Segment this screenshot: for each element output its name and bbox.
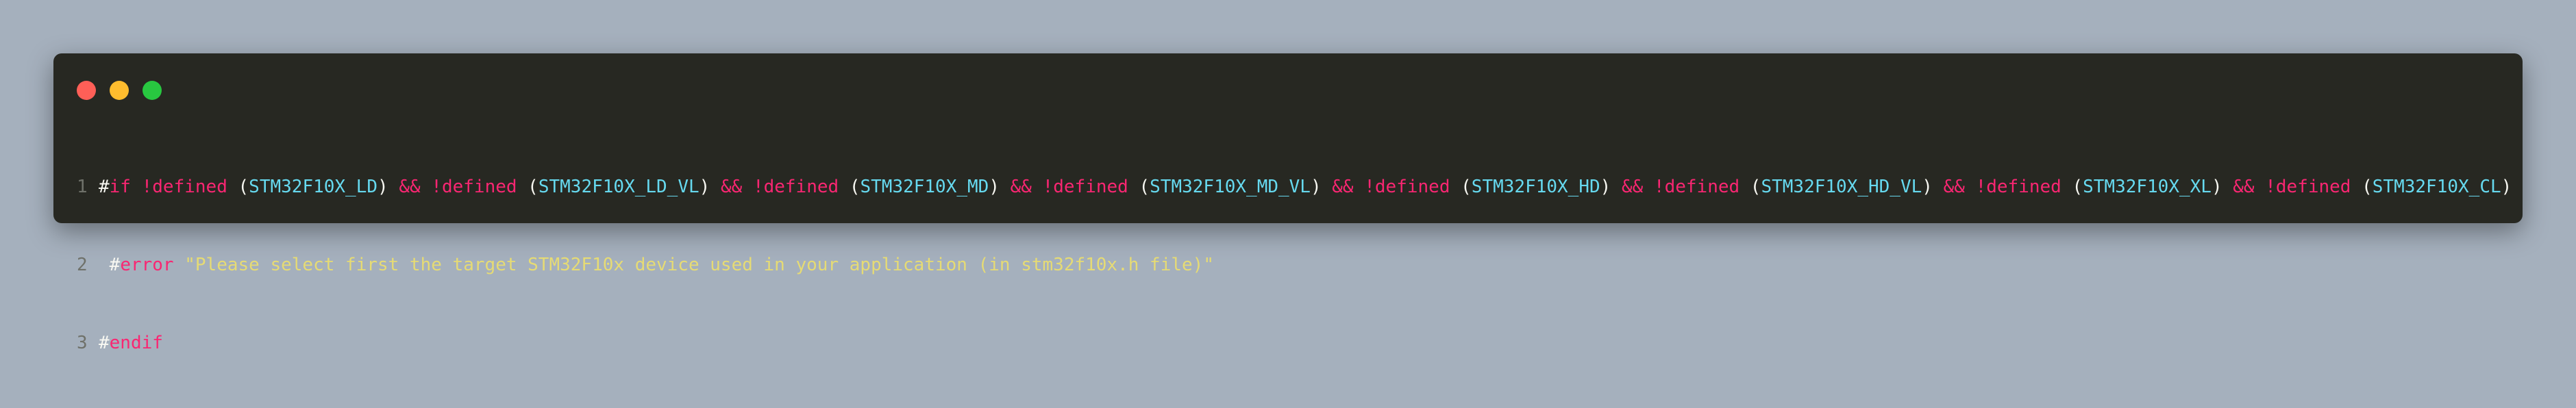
code-token: #: [99, 333, 110, 353]
code-token: !defined: [431, 177, 517, 197]
code-token: (: [227, 177, 249, 197]
code-token: &&: [1943, 177, 1965, 197]
code-token: STM32F10X_HD_VL: [1761, 177, 1922, 197]
code-token: STM32F10X_CL: [2372, 177, 2501, 197]
line-number: 3: [77, 333, 88, 353]
code-line-text: #error "Please select first the target S…: [99, 252, 1214, 278]
code-token: STM32F10X_MD: [860, 177, 989, 197]
code-line-1: 1 #if !defined (STM32F10X_LD) && !define…: [77, 174, 2512, 200]
code-token: !defined: [1975, 177, 2061, 197]
code-token: (: [2061, 177, 2083, 197]
code-token: !defined: [1653, 177, 1740, 197]
code-token: &&: [1010, 177, 1032, 197]
minimize-control-icon[interactable]: [110, 81, 129, 100]
code-token: !defined: [752, 177, 839, 197]
code-token: STM32F10X_LD: [249, 177, 378, 197]
code-token: STM32F10X_LD_VL: [538, 177, 699, 197]
code-token: (: [1450, 177, 1472, 197]
code-token: (: [1739, 177, 1761, 197]
code-token: (: [517, 177, 538, 197]
code-window: 1 #if !defined (STM32F10X_LD) && !define…: [53, 53, 2523, 353]
line-number: 1: [77, 177, 88, 197]
code-token: endif: [109, 333, 163, 353]
code-token: &&: [1621, 177, 1644, 197]
close-control-icon[interactable]: [77, 81, 96, 100]
code-token: STM32F10X_MD_VL: [1150, 177, 1311, 197]
code-token: ): [2501, 177, 2512, 197]
code-token: STM32F10X_HD: [1471, 177, 1600, 197]
code-token: ): [989, 177, 1011, 197]
code-line-3: 3 #endif: [77, 330, 2512, 356]
code-token: STM32F10X_XL: [2083, 177, 2212, 197]
code-token: !defined: [141, 177, 227, 197]
code-token: &&: [1332, 177, 1354, 197]
line-number: 2: [77, 255, 88, 275]
code-block: 1 #if !defined (STM32F10X_LD) && !define…: [77, 122, 2512, 408]
code-token: ): [377, 177, 399, 197]
code-token: !defined: [1364, 177, 1450, 197]
code-line-2: 2 #error "Please select first the target…: [77, 252, 2512, 278]
code-token: #: [99, 177, 110, 197]
code-token: &&: [720, 177, 743, 197]
code-token: (: [1128, 177, 1150, 197]
code-line-text: #if !defined (STM32F10X_LD) && !defined …: [99, 174, 2512, 200]
code-token: ): [1310, 177, 1333, 197]
code-token: ): [1600, 177, 1622, 197]
code-token: (: [839, 177, 860, 197]
code-token: (: [2351, 177, 2373, 197]
code-token: #: [99, 255, 121, 275]
code-token: !defined: [1042, 177, 1128, 197]
code-line-text: #endif: [99, 330, 163, 356]
zoom-control-icon[interactable]: [143, 81, 162, 100]
code-token: "Please select first the target STM32F10…: [184, 255, 1214, 275]
code-token: !defined: [2265, 177, 2351, 197]
code-token: ): [1922, 177, 1944, 197]
code-token: ): [699, 177, 721, 197]
code-token: if: [109, 177, 131, 197]
code-token: error: [120, 255, 174, 275]
code-token: &&: [399, 177, 421, 197]
code-token: &&: [2233, 177, 2255, 197]
code-token: ): [2211, 177, 2233, 197]
window-controls: [77, 81, 162, 100]
